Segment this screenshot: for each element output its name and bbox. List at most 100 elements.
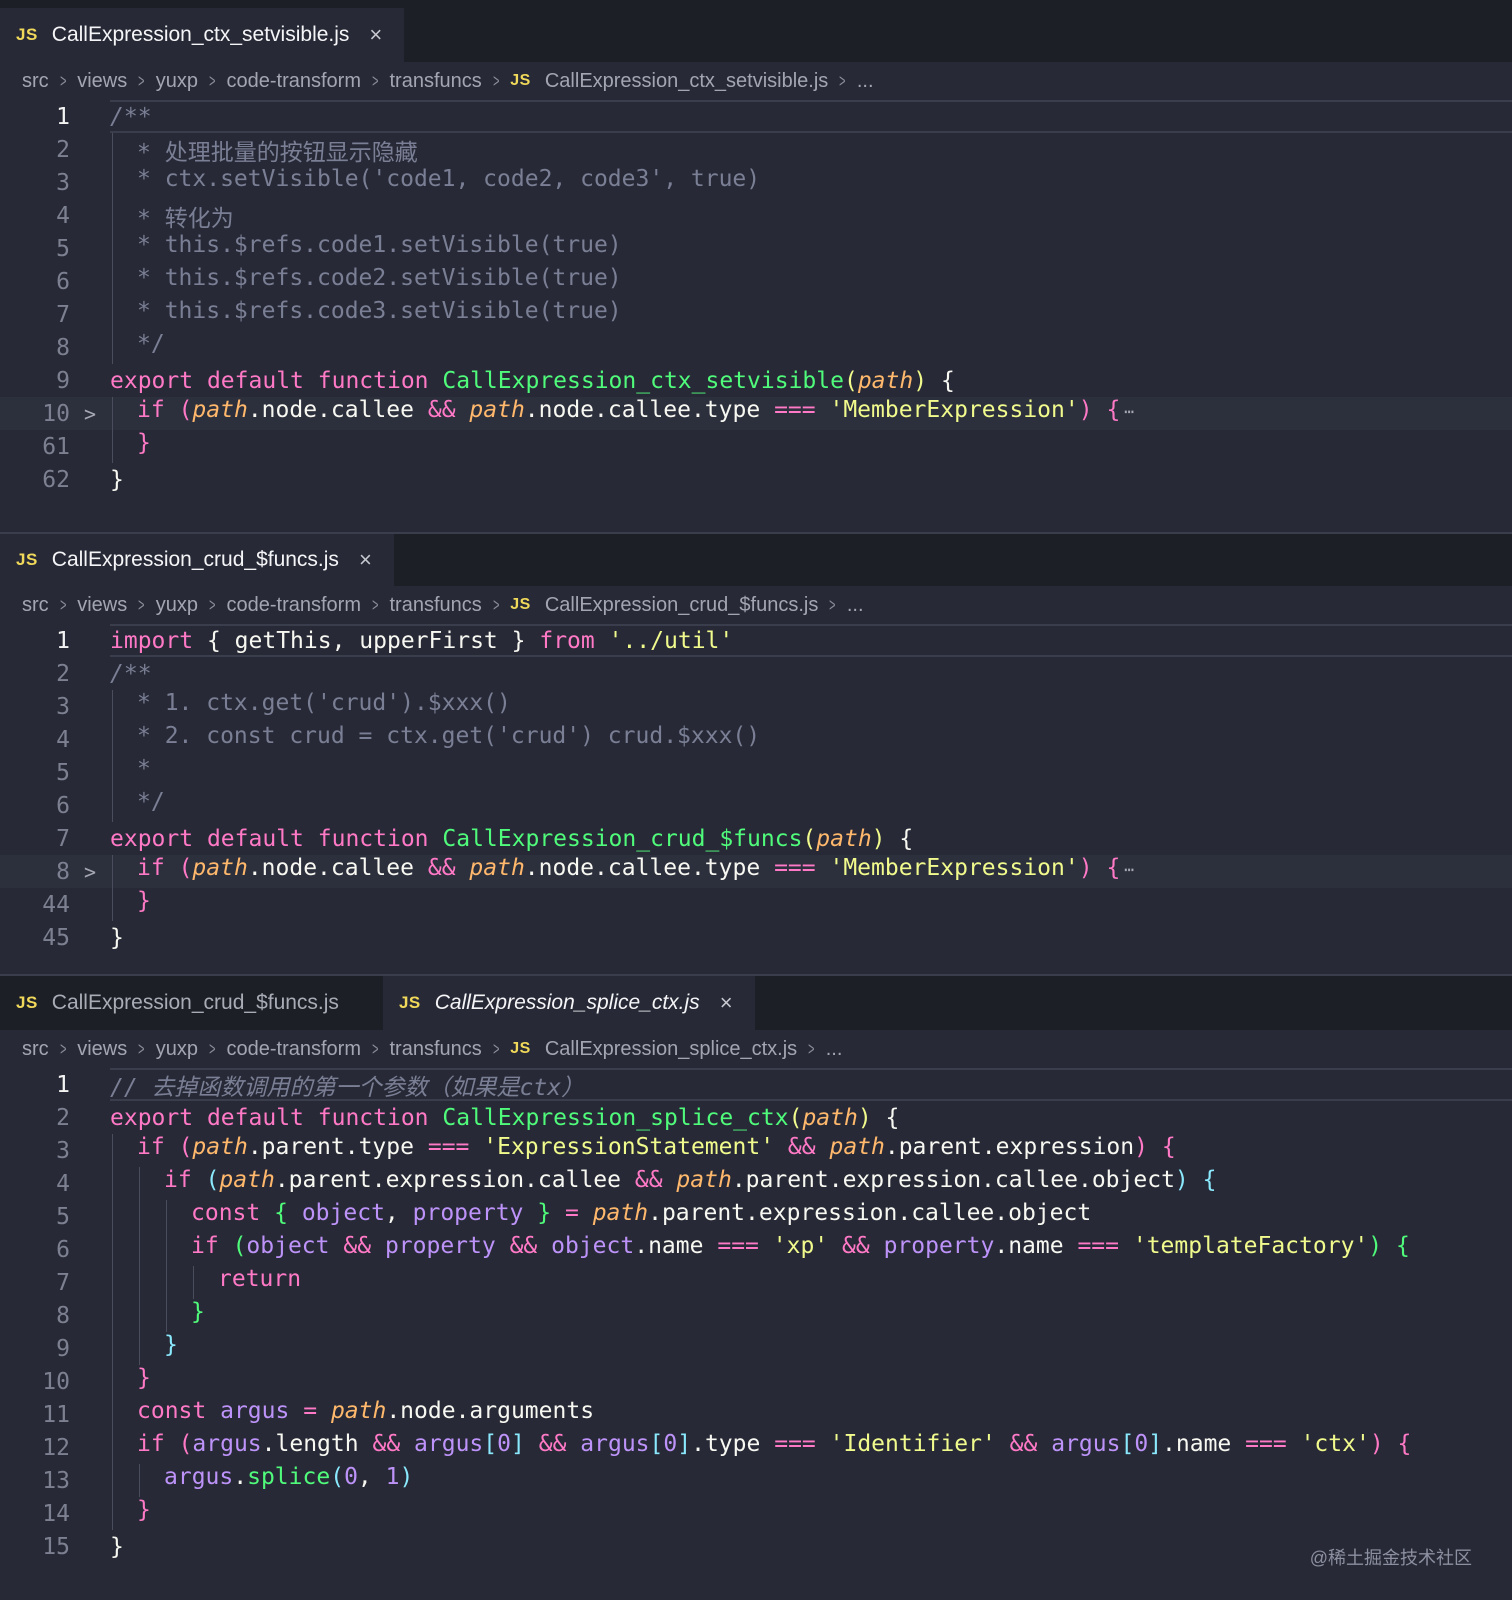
line-number: 4 [56,202,70,229]
chevron-right-icon: > [808,1038,815,1059]
code-line: 7 export default function CallExpression_… [0,822,1512,855]
folded-ellipsis-icon[interactable]: ⋯ [1124,860,1134,879]
code-line: 1 import { getThis, upperFirst } from '..… [0,624,1512,657]
breadcrumb-symbols[interactable]: ... [826,1038,843,1061]
editor-pane-1: JS CallExpression_ctx_setvisible.js × sr… [0,8,1512,532]
breadcrumb-item[interactable]: src [22,1038,49,1061]
tab-crud-funcs[interactable]: JS CallExpression_crud_$funcs.js [0,976,383,1030]
breadcrumb-symbols[interactable]: ... [847,594,864,617]
breadcrumb-item[interactable]: code-transform [226,1038,361,1061]
watermark: @稀土掘金技术社区 [1309,1548,1472,1568]
line-number: 10 [42,400,70,427]
breadcrumb: src > views > yuxp > code-transform > transf… [0,62,1512,100]
line-number: 10 [42,1368,70,1395]
tab-splice-ctx[interactable]: JS CallExpression_splice_ctx.js × [382,976,755,1030]
line-number: 5 [56,235,70,262]
breadcrumb-file[interactable]: JS CallExpression_crud_$funcs.js [510,594,818,617]
line-number: 1 [56,627,70,654]
breadcrumb-file-label: CallExpression_crud_$funcs.js [544,593,819,616]
breadcrumb-item[interactable]: code-transform [226,70,361,93]
code-line: 2 /** [0,657,1512,690]
close-icon[interactable]: × [369,22,382,48]
folded-ellipsis-icon[interactable]: ⋯ [1124,402,1134,421]
code-line: 2 export default function CallExpression_… [0,1101,1512,1134]
tab-ctx-setvisible[interactable]: JS CallExpression_ctx_setvisible.js × [0,8,405,62]
breadcrumb-item[interactable]: yuxp [156,1038,198,1061]
chevron-right-icon: > [59,1038,67,1059]
line-number: 2 [56,136,70,163]
line-number: 9 [56,1335,70,1362]
code-text: * ctx.setVisible('code1, code2, code3', … [137,166,761,192]
code-line: 12 if (argus.length && argus[0] && argus[… [0,1431,1512,1464]
code-line: 4 * 2. const crud = ctx.get('crud') crud.… [0,723,1512,756]
code-line: 3 * 1. ctx.get('crud').$xxx() [0,690,1512,723]
chevron-right-icon: > [209,1038,216,1059]
js-file-icon: JS [510,72,531,89]
breadcrumb-item[interactable]: src [22,594,49,617]
code-line: 4 * 转化为 [0,198,1512,232]
breadcrumb-item[interactable]: transfuncs [390,594,482,617]
chevron-right-icon: > [492,70,500,91]
code-line: 8 */ [0,331,1512,364]
line-number: 7 [56,1269,70,1296]
line-number: 13 [42,1467,70,1494]
line-number: 3 [56,169,70,196]
line-number: 6 [56,792,70,819]
chevron-right-icon: > [372,1038,379,1059]
breadcrumb-file[interactable]: JS CallExpression_splice_ctx.js [510,1038,797,1061]
breadcrumb-item[interactable]: transfuncs [390,70,482,93]
line-number: 4 [56,1170,70,1197]
code-line: 13 argus.splice(0, 1) [0,1464,1512,1497]
breadcrumb-item[interactable]: src [22,70,49,93]
code-area[interactable]: 1 // 去掉函数调用的第一个参数（如果是ctx） 2 export default… [0,1068,1512,1563]
code-text: * 2. const crud = ctx.get('crud') crud.$… [137,723,761,749]
breadcrumb-item[interactable]: yuxp [156,70,198,93]
code-text: */ [137,789,165,815]
line-number: 2 [56,1104,70,1131]
chevron-right-icon: > [829,594,836,615]
breadcrumb: src > views > yuxp > code-transform > transf… [0,586,1512,624]
code-line: 6 if (object && property && object.name =… [0,1233,1512,1266]
chevron-right-icon: > [59,594,67,615]
code-line: 7 * this.$refs.code3.setVisible(true) [0,298,1512,331]
js-file-icon: JS [510,1040,531,1057]
js-file-icon: JS [16,993,38,1012]
breadcrumb-file[interactable]: JS CallExpression_ctx_setvisible.js [510,70,828,93]
tab-label: CallExpression_ctx_setvisible.js [51,23,350,46]
breadcrumb-item[interactable]: transfuncs [390,1038,482,1061]
breadcrumb-symbols[interactable]: ... [857,70,874,93]
tab-bar: JS CallExpression_crud_$funcs.js JS Call… [0,976,1512,1030]
code-line: 6 */ [0,789,1512,822]
tab-label: CallExpression_crud_$funcs.js [51,991,339,1014]
line-number: 6 [56,1236,70,1263]
breadcrumb-item[interactable]: code-transform [226,594,361,617]
code-line: 2 * 处理批量的按钮显示隐藏 [0,132,1512,166]
code-text: * 1. ctx.get('crud').$xxx() [137,690,511,716]
code-line: 5 * this.$refs.code1.setVisible(true) [0,232,1512,265]
breadcrumb-item[interactable]: views [77,1038,127,1061]
code-area[interactable]: 1 import { getThis, upperFirst } from '..… [0,624,1512,954]
editor-pane-3: JS CallExpression_crud_$funcs.js JS Call… [0,976,1512,1600]
close-icon[interactable]: × [720,990,733,1016]
chevron-right-icon: > [138,1038,145,1059]
code-text: * 转化为 [137,205,234,232]
breadcrumb-item[interactable]: views [77,594,127,617]
js-file-icon: JS [16,550,38,569]
chevron-right-icon[interactable]: > [70,402,110,426]
line-number: 3 [56,693,70,720]
breadcrumb-item[interactable]: yuxp [156,594,198,617]
code-line: 1 /** [0,100,1512,133]
close-icon[interactable]: × [359,547,372,573]
code-line: 61} [0,430,1512,463]
code-area[interactable]: 1 /** 2 * 处理批量的按钮显示隐藏 3 * ctx.setVisible('c… [0,100,1512,496]
chevron-right-icon[interactable]: > [70,860,110,884]
code-line: 44} [0,888,1512,921]
code-line: 8} [0,1299,1512,1332]
line-number: 45 [42,924,70,951]
code-line: 9} [0,1332,1512,1365]
chevron-right-icon: > [138,70,145,91]
breadcrumb-item[interactable]: views [77,70,127,93]
breadcrumb-file-label: CallExpression_ctx_setvisible.js [544,69,829,92]
code-text: * this.$refs.code3.setVisible(true) [137,298,622,324]
tab-crud-funcs[interactable]: JS CallExpression_crud_$funcs.js × [0,534,394,586]
